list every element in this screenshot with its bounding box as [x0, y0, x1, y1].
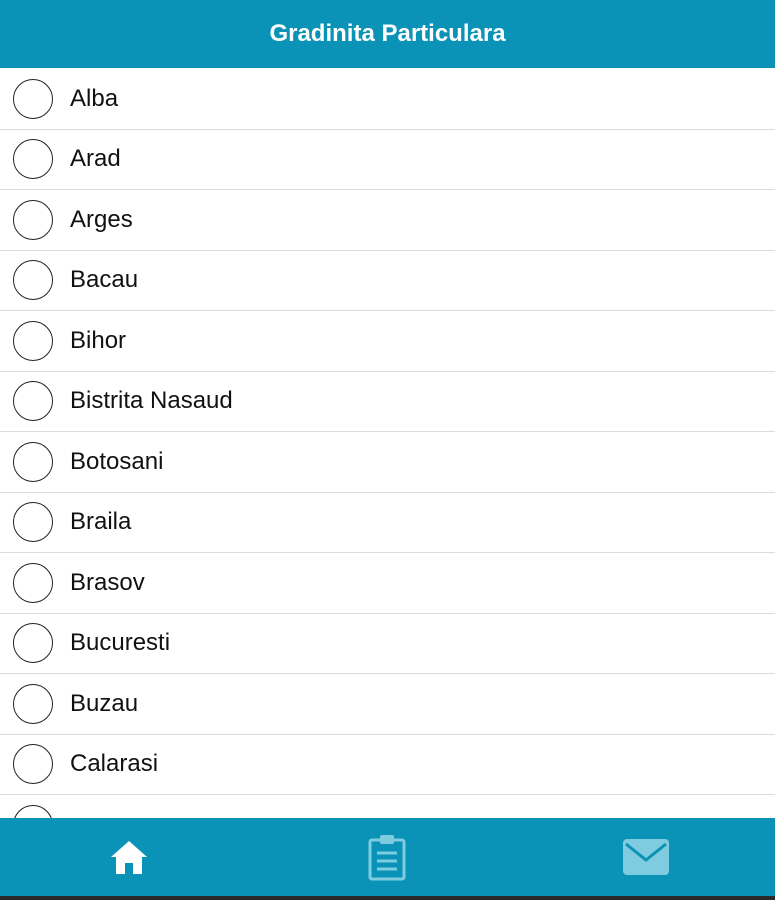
radio-button[interactable] [13, 320, 53, 361]
list-item-label: Braila [70, 508, 132, 536]
home-icon [111, 841, 148, 874]
list-item[interactable]: Arad [0, 130, 775, 190]
radio-button[interactable] [13, 381, 53, 422]
app-screen: Gradinita Particulara Alba Arad Arges Ba… [0, 0, 775, 900]
list-item-label: Brasov [70, 568, 145, 596]
list-item[interactable]: Alba [0, 69, 775, 130]
tab-mail[interactable] [517, 818, 775, 896]
county-list[interactable]: Alba Arad Arges Bacau Bihor Bistrita Nas… [0, 69, 775, 818]
header-bar: Gradinita Particulara [0, 0, 775, 68]
list-item-label: Bistrita Nasaud [70, 387, 233, 415]
radio-button[interactable] [13, 139, 53, 180]
tab-home[interactable] [0, 818, 258, 896]
list-item-label: Buzau [70, 689, 139, 717]
radio-button[interactable] [13, 623, 53, 664]
list-item-label: Arges [70, 205, 133, 233]
mail-icon [622, 839, 669, 875]
list-item[interactable]: Calarasi [0, 735, 775, 795]
radio-button[interactable] [13, 78, 53, 119]
list-item-label: Bucuresti [70, 629, 171, 657]
list-item-label: Alba [70, 84, 119, 112]
list-item[interactable]: Buzau [0, 674, 775, 735]
radio-button[interactable] [13, 683, 53, 724]
radio-button[interactable] [13, 199, 53, 240]
clipboard-icon [368, 835, 406, 881]
list-item-label: Bacau [70, 266, 139, 294]
bottom-tab-bar [0, 818, 775, 896]
list-item-label: Arad [70, 145, 121, 173]
list-item[interactable]: Bucuresti [0, 614, 775, 674]
list-item[interactable]: Botosani [0, 432, 775, 493]
list-item[interactable]: Bihor [0, 311, 775, 372]
list-item[interactable]: Brasov [0, 553, 775, 614]
list-item[interactable]: Bistrita Nasaud [0, 372, 775, 432]
list-item-label: Botosani [70, 447, 164, 475]
list-item-label: Calarasi [70, 750, 159, 778]
radio-button[interactable] [13, 441, 53, 482]
list-item[interactable]: Bacau [0, 251, 775, 311]
radio-button[interactable] [13, 260, 53, 301]
tab-clipboard[interactable] [258, 818, 516, 896]
list-item[interactable]: Arges [0, 190, 775, 251]
page-title: Gradinita Particulara [269, 20, 506, 47]
system-bottom-strip [0, 896, 775, 900]
list-item-label: Bihor [70, 326, 127, 354]
radio-button[interactable] [13, 502, 53, 543]
radio-button[interactable] [13, 744, 53, 785]
list-item[interactable]: Braila [0, 493, 775, 553]
list-item-partial[interactable] [0, 795, 775, 818]
radio-button[interactable] [13, 562, 53, 603]
radio-button[interactable] [13, 804, 53, 818]
